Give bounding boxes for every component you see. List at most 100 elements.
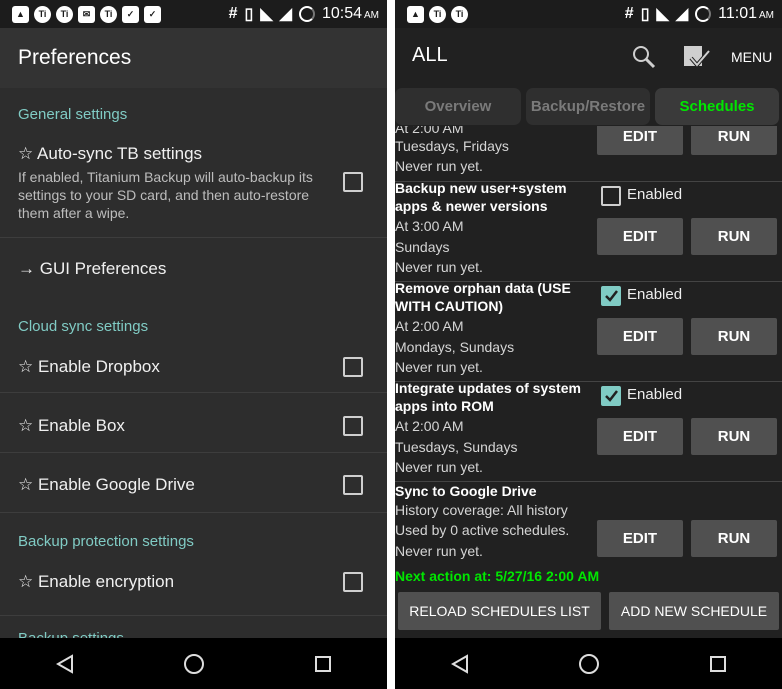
edit-button[interactable]: EDIT <box>597 418 683 455</box>
back-icon <box>450 653 468 674</box>
run-button[interactable]: RUN <box>691 318 777 355</box>
home-button[interactable] <box>569 644 609 684</box>
schedule-days: Tuesdays, Fridays <box>395 138 509 154</box>
titanium-icon: Ti <box>451 5 468 23</box>
signal-icon: ◢ <box>279 6 292 23</box>
home-icon <box>183 653 204 674</box>
run-button[interactable]: RUN <box>691 218 777 255</box>
status-bar: ▲ Ti Ti # ▯ ◣ ◢ 11:01 AM <box>395 0 782 28</box>
enabled-label: Enabled <box>627 386 683 403</box>
schedule-last-run: Never run yet. <box>395 158 483 174</box>
recents-button[interactable] <box>303 644 343 684</box>
schedule-days: Sundays <box>395 239 450 255</box>
tab-overview[interactable]: Overview <box>395 88 521 125</box>
pref-summary: If enabled, Titanium Backup will auto-ba… <box>18 169 313 221</box>
schedule-last-run: Never run yet. <box>395 459 483 475</box>
schedule-last-run: Never run yet. <box>395 543 483 559</box>
menu-button[interactable]: MENU <box>731 49 772 65</box>
wifi-icon: ◣ <box>260 6 273 23</box>
task-check-icon: ✓ <box>122 5 139 23</box>
pref-title: ☆ Enable Box <box>18 416 125 435</box>
recents-button[interactable] <box>698 644 738 684</box>
preferences-list: General settings ☆ Auto-sync TB settings… <box>0 88 387 638</box>
schedule-time: At 2:00 AM <box>395 318 464 334</box>
schedule-name: Sync to Google Drive <box>395 483 537 499</box>
titanium-icon: Ti <box>100 5 117 23</box>
status-bar: ▲ Ti Ti ✉ Ti ✓ ✓ # ▯ ◣ ◢ 10:54 AM <box>0 0 387 28</box>
pref-enable-encryption[interactable]: ☆ Enable encryption <box>0 556 387 616</box>
edit-button[interactable]: EDIT <box>597 126 683 155</box>
add-new-schedule-button[interactable]: ADD NEW SCHEDULE <box>609 592 779 630</box>
section-header-backup: Backup settings <box>0 629 124 638</box>
page-title: ALL <box>412 44 448 66</box>
schedule-time: At 2:00 AM <box>395 418 464 434</box>
pref-auto-sync[interactable]: ☆ Auto-sync TB settings If enabled, Tita… <box>0 144 387 238</box>
tab-bar: Overview Backup/Restore Schedules <box>395 88 782 126</box>
titanium-icon: Ti <box>429 5 446 23</box>
checkbox[interactable] <box>343 572 363 592</box>
search-icon[interactable] <box>631 44 657 70</box>
right-phone-screen: ▲ Ti Ti # ▯ ◣ ◢ 11:01 AM ALL MENU Overvie… <box>395 0 782 689</box>
gallery-icon: ▲ <box>12 5 29 23</box>
home-button[interactable] <box>174 644 214 684</box>
checkbox[interactable] <box>343 172 363 192</box>
enabled-checkbox[interactable] <box>601 186 621 206</box>
back-button[interactable] <box>440 644 480 684</box>
recents-icon <box>314 655 331 672</box>
signal-icon: ◢ <box>675 6 689 23</box>
enabled-checkbox[interactable] <box>601 286 621 306</box>
schedule-history: History coverage: All history <box>395 502 568 518</box>
edit-button[interactable]: EDIT <box>597 520 683 557</box>
checkbox[interactable] <box>343 357 363 377</box>
titanium-icon: Ti <box>56 5 73 23</box>
clock: 11:01 AM <box>718 5 774 22</box>
pref-enable-box[interactable]: ☆ Enable Box <box>0 394 387 453</box>
schedules-list: At 2:00 AM Tuesdays, Fridays Never run y… <box>395 126 782 572</box>
schedule-name: Backup new user+system apps & newer vers… <box>395 180 567 214</box>
pref-gui-preferences[interactable]: → GUI Preferences <box>0 239 387 303</box>
reload-schedules-button[interactable]: RELOAD SCHEDULES LIST <box>398 592 601 630</box>
schedule-item: Backup new user+system apps & newer vers… <box>395 180 782 282</box>
pref-title: ☆ Auto-sync TB settings <box>18 144 203 163</box>
next-action-text: Next action at: 5/27/16 2:00 AM <box>395 568 600 584</box>
pref-enable-google-drive[interactable]: ☆ Enable Google Drive <box>0 454 387 513</box>
run-button[interactable]: RUN <box>691 520 777 557</box>
email-icon: ✉ <box>78 5 95 23</box>
schedule-usage: Used by 0 active schedules. <box>395 522 570 538</box>
tab-schedules[interactable]: Schedules <box>655 88 779 125</box>
back-button[interactable] <box>45 644 85 684</box>
battery-ring-icon <box>695 6 712 22</box>
run-button[interactable]: RUN <box>691 126 777 155</box>
schedule-time: At 2:00 AM <box>395 126 464 136</box>
tab-backup-restore[interactable]: Backup/Restore <box>526 88 650 125</box>
pref-enable-dropbox[interactable]: ☆ Enable Dropbox <box>0 341 387 393</box>
schedule-last-run: Never run yet. <box>395 359 483 375</box>
run-button[interactable]: RUN <box>691 418 777 455</box>
section-header-backup-protection: Backup protection settings <box>18 533 194 550</box>
titanium-icon: Ti <box>34 5 51 23</box>
vibrate-icon: ▯ <box>640 6 650 23</box>
section-header-cloud: Cloud sync settings <box>18 318 149 335</box>
gallery-icon: ▲ <box>407 5 424 23</box>
schedule-item: Sync to Google Drive History coverage: A… <box>395 482 782 572</box>
schedule-days: Mondays, Sundays <box>395 339 515 355</box>
checkbox[interactable] <box>343 416 363 436</box>
checkmark-icon <box>605 290 618 302</box>
schedule-item: At 2:00 AM Tuesdays, Fridays Never run y… <box>395 126 782 182</box>
vibrate-icon: ▯ <box>244 6 254 23</box>
edit-button[interactable]: EDIT <box>597 218 683 255</box>
batch-actions-icon[interactable] <box>683 44 711 70</box>
checkbox[interactable] <box>343 475 363 495</box>
action-bar: ALL MENU <box>395 28 782 86</box>
hashtag-icon: # <box>228 5 238 22</box>
edit-button[interactable]: EDIT <box>597 318 683 355</box>
checkmark-icon <box>605 390 618 402</box>
page-title: Preferences <box>0 28 387 88</box>
schedule-time: At 3:00 AM <box>395 218 464 234</box>
enabled-checkbox[interactable] <box>601 386 621 406</box>
enabled-label: Enabled <box>627 286 683 303</box>
navigation-bar <box>0 638 387 689</box>
back-icon <box>55 653 73 674</box>
navigation-bar <box>395 638 782 689</box>
battery-ring-icon <box>298 6 315 22</box>
